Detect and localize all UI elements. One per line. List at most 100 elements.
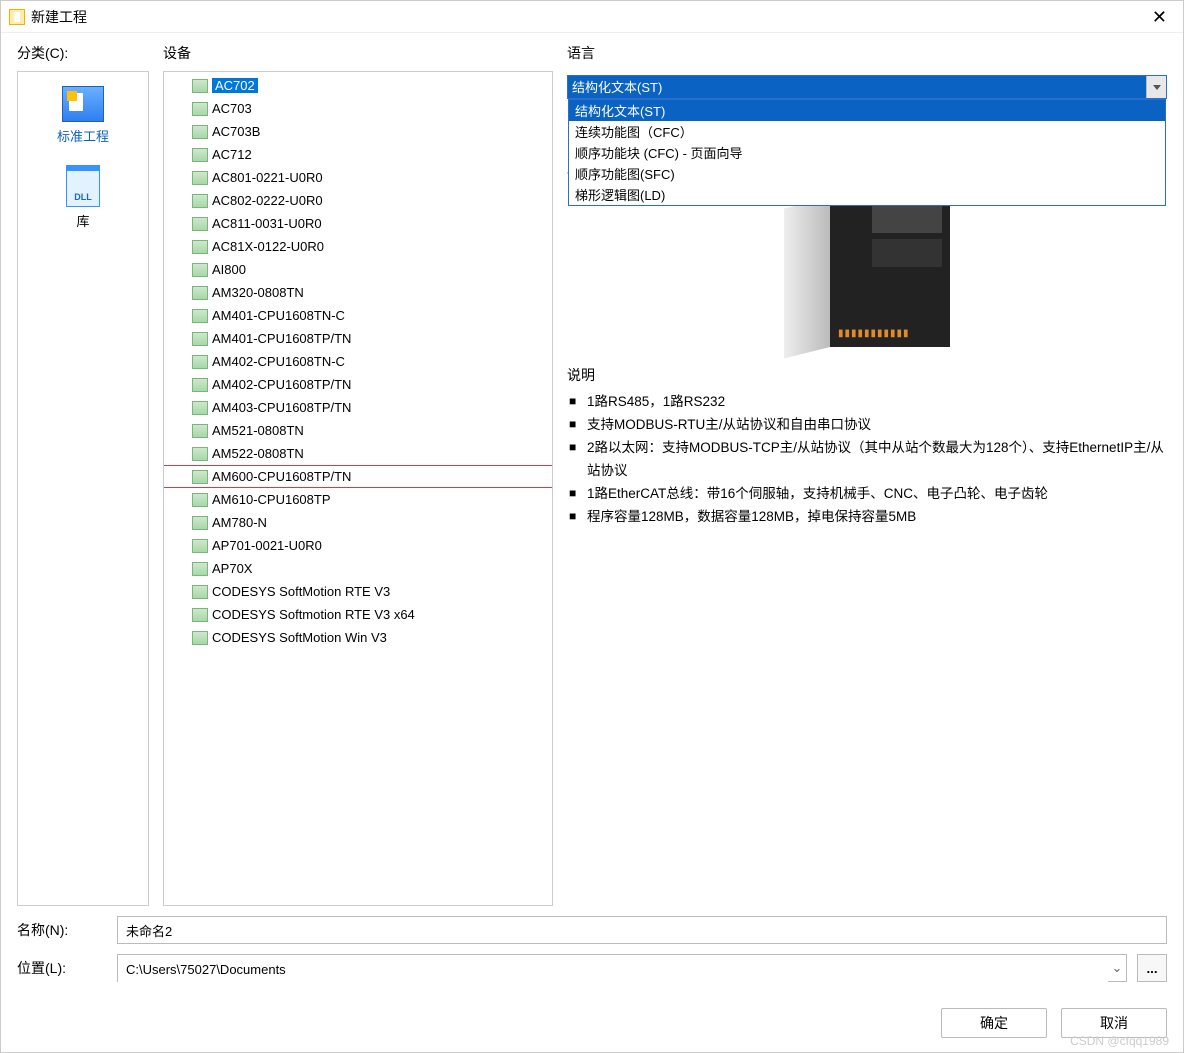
device-icon xyxy=(192,309,208,323)
dialog-new-project: 新建工程 ✕ 分类(C): 标准工程 库 xyxy=(0,0,1184,1053)
device-item-label: AM780-N xyxy=(212,515,267,530)
device-item[interactable]: AM401-CPU1608TP/TN xyxy=(164,327,552,350)
device-item[interactable]: CODESYS Softmotion RTE V3 x64 xyxy=(164,603,552,626)
description-line: 2路以太网：支持MODBUS-TCP主/从站协议（其中从站个数最大为128个）、… xyxy=(567,437,1167,483)
device-item-label: AM401-CPU1608TN-C xyxy=(212,308,345,323)
device-item[interactable]: AC811-0031-U0R0 xyxy=(164,212,552,235)
device-item-label: AM522-0808TN xyxy=(212,446,304,461)
device-item[interactable]: AC81X-0122-U0R0 xyxy=(164,235,552,258)
device-item-label: AC703B xyxy=(212,124,260,139)
language-option[interactable]: 梯形逻辑图(LD) xyxy=(569,184,1165,205)
language-option[interactable]: 结构化文本(ST) xyxy=(569,100,1165,121)
device-item[interactable]: AM521-0808TN xyxy=(164,419,552,442)
language-option[interactable]: 顺序功能图(SFC) xyxy=(569,163,1165,184)
device-image xyxy=(784,197,950,347)
location-field-label: 位置(L): xyxy=(17,958,107,978)
device-icon xyxy=(192,585,208,599)
name-input[interactable] xyxy=(117,916,1167,944)
device-item[interactable]: AC703 xyxy=(164,97,552,120)
device-item-label: AC81X-0122-U0R0 xyxy=(212,239,324,254)
project-icon xyxy=(62,86,104,122)
description-line: 支持MODBUS-RTU主/从站协议和自由串口协议 xyxy=(567,414,1167,437)
device-item-label: AM600-CPU1608TP/TN xyxy=(212,469,351,484)
device-item-label: AM610-CPU1608TP xyxy=(212,492,331,507)
chevron-down-icon[interactable] xyxy=(1146,76,1166,98)
device-icon xyxy=(192,355,208,369)
device-item-label: AM402-CPU1608TP/TN xyxy=(212,377,351,392)
device-item-label: AM403-CPU1608TP/TN xyxy=(212,400,351,415)
description-line: 1路EtherCAT总线：带16个伺服轴，支持机械手、CNC、电子凸轮、电子齿轮 xyxy=(567,483,1167,506)
ok-button[interactable]: 确定 xyxy=(941,1008,1047,1038)
browse-button[interactable]: ... xyxy=(1137,954,1167,982)
description-line: 1路RS485，1路RS232 xyxy=(567,391,1167,414)
device-tree[interactable]: AC702 AC703 AC703B AC712 AC801-0221-U0R0 AC80… xyxy=(163,71,553,906)
device-item-label: CODESYS SoftMotion Win V3 xyxy=(212,630,387,645)
device-icon xyxy=(192,171,208,185)
device-item[interactable]: AC802-0222-U0R0 xyxy=(164,189,552,212)
category-label: 分类(C): xyxy=(17,43,149,63)
device-item-label: AM521-0808TN xyxy=(212,423,304,438)
device-item-label: AC712 xyxy=(212,147,252,162)
device-icon xyxy=(192,332,208,346)
device-item-label: AC703 xyxy=(212,101,252,116)
device-icon xyxy=(192,148,208,162)
device-icon xyxy=(192,125,208,139)
device-icon xyxy=(192,470,208,484)
device-item-label: AM401-CPU1608TP/TN xyxy=(212,331,351,346)
device-icon xyxy=(192,424,208,438)
app-icon xyxy=(9,9,25,25)
device-item[interactable]: AM320-0808TN xyxy=(164,281,552,304)
device-icon xyxy=(192,493,208,507)
device-icon xyxy=(192,447,208,461)
device-item[interactable]: AM402-CPU1608TN-C xyxy=(164,350,552,373)
library-icon xyxy=(66,165,100,207)
device-item[interactable]: AM522-0808TN xyxy=(164,442,552,465)
device-icon xyxy=(192,194,208,208)
category-item-library[interactable]: 库 xyxy=(66,165,100,230)
device-item-label: AM402-CPU1608TN-C xyxy=(212,354,345,369)
device-item-label: AC702 xyxy=(212,78,258,93)
device-item[interactable]: AC703B xyxy=(164,120,552,143)
description-panel: 说明 1路RS485，1路RS232支持MODBUS-RTU主/从站协议和自由串… xyxy=(567,365,1167,529)
device-item[interactable]: CODESYS SoftMotion Win V3 xyxy=(164,626,552,649)
device-item[interactable]: AC801-0221-U0R0 xyxy=(164,166,552,189)
device-item[interactable]: AM403-CPU1608TP/TN xyxy=(164,396,552,419)
device-item-label: CODESYS Softmotion RTE V3 x64 xyxy=(212,607,415,622)
device-icon xyxy=(192,401,208,415)
device-item-label: AP70X xyxy=(212,561,252,576)
device-icon xyxy=(192,217,208,231)
language-option[interactable]: 连续功能图（CFC） xyxy=(569,121,1165,142)
device-item[interactable]: AM780-N xyxy=(164,511,552,534)
category-list: 标准工程 库 xyxy=(17,71,149,906)
device-item[interactable]: AI800 xyxy=(164,258,552,281)
language-option[interactable]: 顺序功能块 (CFC) - 页面向导 xyxy=(569,142,1165,163)
device-item[interactable]: AP701-0021-U0R0 xyxy=(164,534,552,557)
device-item-label: AC801-0221-U0R0 xyxy=(212,170,323,185)
device-item[interactable]: AM610-CPU1608TP xyxy=(164,488,552,511)
device-item-label: CODESYS SoftMotion RTE V3 xyxy=(212,584,390,599)
device-icon xyxy=(192,102,208,116)
description-line: 程序容量128MB，数据容量128MB，掉电保持容量5MB xyxy=(567,506,1167,529)
device-item[interactable]: AC712 xyxy=(164,143,552,166)
language-combobox[interactable]: 结构化文本(ST) 结构化文本(ST)连续功能图（CFC）顺序功能块 (CFC)… xyxy=(567,75,1167,99)
device-icon xyxy=(192,562,208,576)
device-item[interactable]: CODESYS SoftMotion RTE V3 xyxy=(164,580,552,603)
device-item[interactable]: AM600-CPU1608TP/TN xyxy=(164,465,552,488)
watermark: CSDN @cfqq1989 xyxy=(1070,1034,1169,1048)
chevron-down-icon[interactable]: ⌄ xyxy=(1108,955,1126,981)
device-item[interactable]: AM401-CPU1608TN-C xyxy=(164,304,552,327)
description-heading: 说明 xyxy=(567,365,1167,385)
device-item[interactable]: AP70X xyxy=(164,557,552,580)
device-item-label: AC802-0222-U0R0 xyxy=(212,193,323,208)
device-icon xyxy=(192,608,208,622)
close-icon[interactable]: ✕ xyxy=(1144,4,1175,30)
device-icon xyxy=(192,516,208,530)
location-input[interactable] xyxy=(118,955,1108,983)
device-item[interactable]: AC702 xyxy=(164,74,552,97)
titlebar: 新建工程 ✕ xyxy=(1,1,1183,33)
language-label: 语言 xyxy=(567,43,1167,63)
device-item-label: AP701-0021-U0R0 xyxy=(212,538,322,553)
category-item-standard[interactable]: 标准工程 xyxy=(57,86,109,145)
name-field-label: 名称(N): xyxy=(17,920,107,940)
device-item[interactable]: AM402-CPU1608TP/TN xyxy=(164,373,552,396)
